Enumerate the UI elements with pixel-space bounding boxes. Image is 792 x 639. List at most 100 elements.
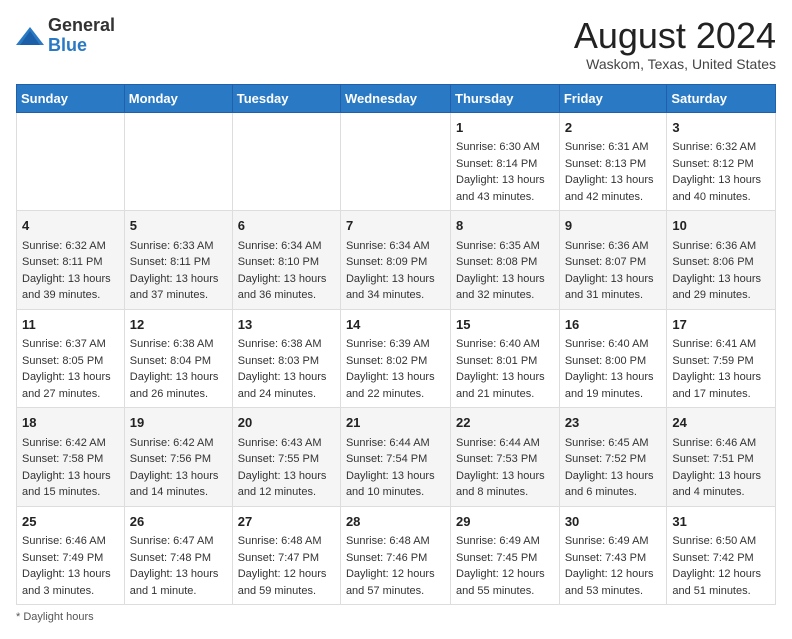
day-info: Sunrise: 6:35 AMSunset: 8:08 PMDaylight:… xyxy=(456,238,554,304)
day-info: Sunrise: 6:39 AMSunset: 8:02 PMDaylight:… xyxy=(346,336,445,402)
calendar-week-row: 11Sunrise: 6:37 AMSunset: 8:05 PMDayligh… xyxy=(17,309,776,408)
day-info: Sunrise: 6:49 AMSunset: 7:45 PMDaylight:… xyxy=(456,533,554,599)
location-title: Waskom, Texas, United States xyxy=(574,56,776,72)
day-info: Sunrise: 6:47 AMSunset: 7:48 PMDaylight:… xyxy=(130,533,227,599)
day-number: 31 xyxy=(672,512,770,532)
day-of-week-header: Monday xyxy=(124,84,232,112)
day-number: 3 xyxy=(672,118,770,138)
day-info: Sunrise: 6:44 AMSunset: 7:54 PMDaylight:… xyxy=(346,435,445,501)
daylight-label: Daylight hours xyxy=(23,611,93,623)
day-of-week-header: Sunday xyxy=(17,84,125,112)
day-number: 19 xyxy=(130,413,227,433)
day-of-week-header: Wednesday xyxy=(340,84,450,112)
calendar-day-cell: 15Sunrise: 6:40 AMSunset: 8:01 PMDayligh… xyxy=(451,309,560,408)
title-area: August 2024 Waskom, Texas, United States xyxy=(574,16,776,72)
day-info: Sunrise: 6:41 AMSunset: 7:59 PMDaylight:… xyxy=(672,336,770,402)
header-row: SundayMondayTuesdayWednesdayThursdayFrid… xyxy=(17,84,776,112)
day-info: Sunrise: 6:42 AMSunset: 7:56 PMDaylight:… xyxy=(130,435,227,501)
calendar-day-cell: 28Sunrise: 6:48 AMSunset: 7:46 PMDayligh… xyxy=(340,506,450,605)
calendar-day-cell: 30Sunrise: 6:49 AMSunset: 7:43 PMDayligh… xyxy=(559,506,667,605)
calendar-day-cell: 18Sunrise: 6:42 AMSunset: 7:58 PMDayligh… xyxy=(17,408,125,507)
logo-icon xyxy=(16,25,44,47)
calendar-day-cell: 31Sunrise: 6:50 AMSunset: 7:42 PMDayligh… xyxy=(667,506,776,605)
day-number: 29 xyxy=(456,512,554,532)
day-number: 16 xyxy=(565,315,662,335)
day-info: Sunrise: 6:36 AMSunset: 8:06 PMDaylight:… xyxy=(672,238,770,304)
calendar-day-cell: 17Sunrise: 6:41 AMSunset: 7:59 PMDayligh… xyxy=(667,309,776,408)
calendar-day-cell: 16Sunrise: 6:40 AMSunset: 8:00 PMDayligh… xyxy=(559,309,667,408)
day-number: 28 xyxy=(346,512,445,532)
calendar-day-cell: 19Sunrise: 6:42 AMSunset: 7:56 PMDayligh… xyxy=(124,408,232,507)
day-info: Sunrise: 6:45 AMSunset: 7:52 PMDaylight:… xyxy=(565,435,662,501)
calendar-day-cell: 1Sunrise: 6:30 AMSunset: 8:14 PMDaylight… xyxy=(451,112,560,211)
calendar-day-cell: 22Sunrise: 6:44 AMSunset: 7:53 PMDayligh… xyxy=(451,408,560,507)
calendar-day-cell: 24Sunrise: 6:46 AMSunset: 7:51 PMDayligh… xyxy=(667,408,776,507)
day-info: Sunrise: 6:46 AMSunset: 7:51 PMDaylight:… xyxy=(672,435,770,501)
day-number: 24 xyxy=(672,413,770,433)
day-info: Sunrise: 6:46 AMSunset: 7:49 PMDaylight:… xyxy=(22,533,119,599)
day-of-week-header: Friday xyxy=(559,84,667,112)
calendar-day-cell: 7Sunrise: 6:34 AMSunset: 8:09 PMDaylight… xyxy=(340,211,450,310)
logo-blue: Blue xyxy=(48,35,87,55)
day-info: Sunrise: 6:30 AMSunset: 8:14 PMDaylight:… xyxy=(456,139,554,205)
calendar-day-cell: 23Sunrise: 6:45 AMSunset: 7:52 PMDayligh… xyxy=(559,408,667,507)
day-number: 8 xyxy=(456,216,554,236)
day-number: 2 xyxy=(565,118,662,138)
calendar-day-cell: 11Sunrise: 6:37 AMSunset: 8:05 PMDayligh… xyxy=(17,309,125,408)
calendar-day-cell: 6Sunrise: 6:34 AMSunset: 8:10 PMDaylight… xyxy=(232,211,340,310)
day-info: Sunrise: 6:44 AMSunset: 7:53 PMDaylight:… xyxy=(456,435,554,501)
day-number: 11 xyxy=(22,315,119,335)
calendar-week-row: 25Sunrise: 6:46 AMSunset: 7:49 PMDayligh… xyxy=(17,506,776,605)
calendar-table: SundayMondayTuesdayWednesdayThursdayFrid… xyxy=(16,84,776,606)
logo-general: General xyxy=(48,15,115,35)
day-number: 23 xyxy=(565,413,662,433)
day-info: Sunrise: 6:40 AMSunset: 8:00 PMDaylight:… xyxy=(565,336,662,402)
day-info: Sunrise: 6:48 AMSunset: 7:46 PMDaylight:… xyxy=(346,533,445,599)
day-number: 15 xyxy=(456,315,554,335)
day-info: Sunrise: 6:33 AMSunset: 8:11 PMDaylight:… xyxy=(130,238,227,304)
day-info: Sunrise: 6:43 AMSunset: 7:55 PMDaylight:… xyxy=(238,435,335,501)
day-number: 20 xyxy=(238,413,335,433)
day-info: Sunrise: 6:49 AMSunset: 7:43 PMDaylight:… xyxy=(565,533,662,599)
day-number: 27 xyxy=(238,512,335,532)
calendar-day-cell: 8Sunrise: 6:35 AMSunset: 8:08 PMDaylight… xyxy=(451,211,560,310)
day-number: 26 xyxy=(130,512,227,532)
day-info: Sunrise: 6:50 AMSunset: 7:42 PMDaylight:… xyxy=(672,533,770,599)
day-number: 10 xyxy=(672,216,770,236)
logo: General Blue xyxy=(16,16,115,56)
logo-text: General Blue xyxy=(48,16,115,56)
calendar-day-cell: 20Sunrise: 6:43 AMSunset: 7:55 PMDayligh… xyxy=(232,408,340,507)
footer-note: * Daylight hours xyxy=(16,611,776,623)
day-number: 4 xyxy=(22,216,119,236)
calendar-day-cell: 29Sunrise: 6:49 AMSunset: 7:45 PMDayligh… xyxy=(451,506,560,605)
calendar-day-cell: 2Sunrise: 6:31 AMSunset: 8:13 PMDaylight… xyxy=(559,112,667,211)
day-number: 1 xyxy=(456,118,554,138)
calendar-day-cell xyxy=(124,112,232,211)
calendar-day-cell: 10Sunrise: 6:36 AMSunset: 8:06 PMDayligh… xyxy=(667,211,776,310)
day-number: 5 xyxy=(130,216,227,236)
day-number: 21 xyxy=(346,413,445,433)
month-title: August 2024 xyxy=(574,16,776,56)
calendar-day-cell: 5Sunrise: 6:33 AMSunset: 8:11 PMDaylight… xyxy=(124,211,232,310)
day-number: 9 xyxy=(565,216,662,236)
calendar-day-cell: 25Sunrise: 6:46 AMSunset: 7:49 PMDayligh… xyxy=(17,506,125,605)
day-number: 18 xyxy=(22,413,119,433)
calendar-day-cell: 26Sunrise: 6:47 AMSunset: 7:48 PMDayligh… xyxy=(124,506,232,605)
day-number: 17 xyxy=(672,315,770,335)
calendar-week-row: 4Sunrise: 6:32 AMSunset: 8:11 PMDaylight… xyxy=(17,211,776,310)
day-number: 22 xyxy=(456,413,554,433)
day-info: Sunrise: 6:48 AMSunset: 7:47 PMDaylight:… xyxy=(238,533,335,599)
calendar-day-cell: 12Sunrise: 6:38 AMSunset: 8:04 PMDayligh… xyxy=(124,309,232,408)
day-number: 30 xyxy=(565,512,662,532)
calendar-day-cell: 14Sunrise: 6:39 AMSunset: 8:02 PMDayligh… xyxy=(340,309,450,408)
calendar-week-row: 1Sunrise: 6:30 AMSunset: 8:14 PMDaylight… xyxy=(17,112,776,211)
day-number: 13 xyxy=(238,315,335,335)
calendar-day-cell: 27Sunrise: 6:48 AMSunset: 7:47 PMDayligh… xyxy=(232,506,340,605)
day-info: Sunrise: 6:42 AMSunset: 7:58 PMDaylight:… xyxy=(22,435,119,501)
day-of-week-header: Saturday xyxy=(667,84,776,112)
calendar-week-row: 18Sunrise: 6:42 AMSunset: 7:58 PMDayligh… xyxy=(17,408,776,507)
day-info: Sunrise: 6:34 AMSunset: 8:10 PMDaylight:… xyxy=(238,238,335,304)
calendar-day-cell: 4Sunrise: 6:32 AMSunset: 8:11 PMDaylight… xyxy=(17,211,125,310)
calendar-day-cell xyxy=(340,112,450,211)
day-number: 6 xyxy=(238,216,335,236)
